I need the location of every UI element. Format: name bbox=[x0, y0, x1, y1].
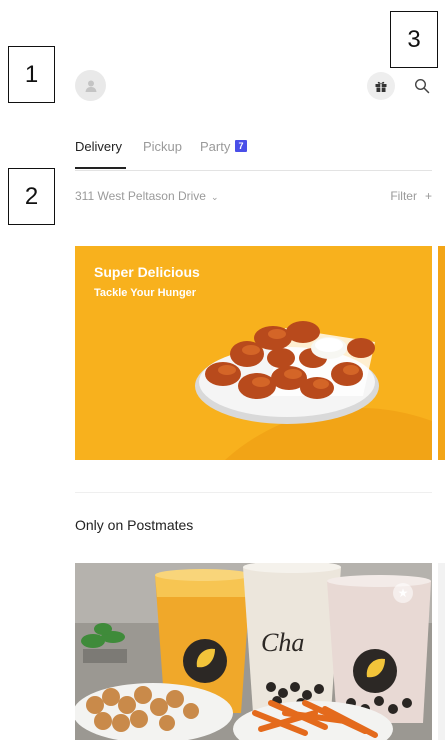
star-icon[interactable]: ★ bbox=[393, 583, 413, 603]
address-selector[interactable]: 311 West Peltason Drive ⌄ bbox=[75, 188, 219, 205]
tab-delivery[interactable]: Delivery bbox=[75, 138, 122, 156]
promo-card[interactable]: Cha ★ bbox=[75, 563, 432, 740]
cup-logo-text: Cha bbox=[261, 628, 304, 657]
next-carousel-card-peek[interactable] bbox=[438, 246, 445, 460]
callout-2: 2 bbox=[8, 168, 55, 225]
tab-pickup[interactable]: Pickup bbox=[143, 138, 182, 156]
filter-button[interactable]: Filter + bbox=[390, 188, 432, 204]
hero-banner[interactable]: Super Delicious Tackle Your Hunger bbox=[75, 246, 432, 460]
address-text: 311 West Peltason Drive bbox=[75, 189, 206, 203]
search-button[interactable] bbox=[410, 74, 434, 98]
active-tab-indicator bbox=[75, 167, 126, 169]
hero-title: Super Delicious bbox=[94, 264, 200, 280]
section-title: Only on Postmates bbox=[75, 517, 194, 533]
callout-3: 3 bbox=[390, 11, 438, 68]
filter-label: Filter bbox=[390, 189, 417, 203]
section-divider bbox=[75, 492, 432, 493]
service-tabs: Delivery Pickup Party 7 bbox=[75, 138, 432, 171]
avatar-button[interactable] bbox=[75, 70, 106, 101]
tab-party[interactable]: Party bbox=[200, 138, 230, 156]
plus-icon: + bbox=[424, 189, 432, 203]
search-icon bbox=[414, 78, 430, 94]
hero-subtitle: Tackle Your Hunger bbox=[94, 287, 197, 299]
gift-icon bbox=[375, 81, 387, 92]
next-promo-card-peek[interactable] bbox=[438, 563, 445, 740]
chevron-down-icon: ⌄ bbox=[210, 192, 219, 202]
user-icon bbox=[85, 80, 96, 92]
promo-photo: Cha bbox=[75, 563, 432, 740]
callout-1: 1 bbox=[8, 46, 55, 103]
gift-button[interactable] bbox=[367, 72, 395, 100]
party-badge: 7 bbox=[235, 140, 247, 152]
